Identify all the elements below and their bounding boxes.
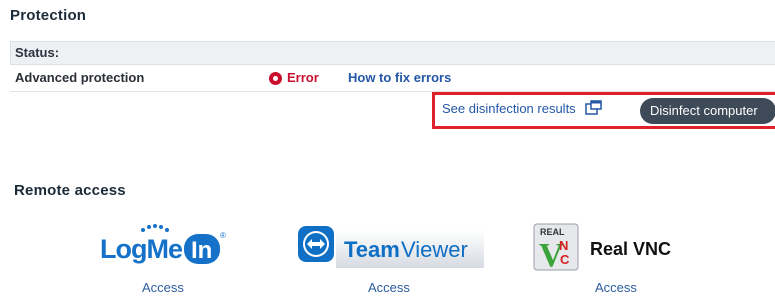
see-disinfection-results-link[interactable]: See disinfection results — [442, 100, 603, 116]
teamviewer-logo-icon: Team Viewer — [298, 226, 484, 268]
table-row: Advanced protection Error How to fix err… — [10, 65, 775, 92]
logmein-logo-icon: LogMe In ® — [100, 224, 226, 264]
svg-text:In: In — [191, 237, 212, 264]
disinfect-computer-button[interactable]: Disinfect computer — [640, 98, 775, 124]
remote-access-title: Remote access — [14, 182, 126, 199]
row-label-advanced-protection: Advanced protection — [15, 70, 145, 85]
see-results-label[interactable]: See disinfection results — [442, 101, 576, 116]
realvnc-access-link[interactable]: Access — [595, 280, 637, 295]
svg-text:Viewer: Viewer — [401, 237, 468, 262]
protection-title: Protection — [10, 7, 87, 24]
how-to-fix-errors-link[interactable]: How to fix errors — [348, 65, 451, 91]
svg-text:LogMe: LogMe — [100, 234, 183, 264]
teamviewer-access-link[interactable]: Access — [368, 280, 410, 295]
status-table: Status: Advanced protection Error How to… — [10, 41, 775, 92]
svg-text:Real VNC: Real VNC — [590, 239, 671, 259]
svg-text:®: ® — [220, 231, 226, 240]
error-text: Error — [287, 70, 319, 85]
svg-text:C: C — [560, 252, 570, 267]
status-header: Status: — [10, 41, 775, 65]
logmein-tool[interactable]: LogMe In ® — [96, 222, 236, 272]
realvnc-logo-icon: REAL V N C Real VNC — [533, 223, 671, 274]
realvnc-tool[interactable]: REAL V N C Real VNC — [532, 222, 692, 274]
svg-text:Team: Team — [344, 237, 400, 262]
external-window-icon — [585, 100, 603, 115]
status-error: Error — [269, 65, 319, 91]
logmein-access-link[interactable]: Access — [142, 280, 184, 295]
svg-text:REAL: REAL — [540, 227, 565, 237]
svg-text:N: N — [559, 238, 568, 253]
teamviewer-tool[interactable]: Team Viewer — [296, 224, 486, 272]
error-icon — [269, 71, 282, 85]
